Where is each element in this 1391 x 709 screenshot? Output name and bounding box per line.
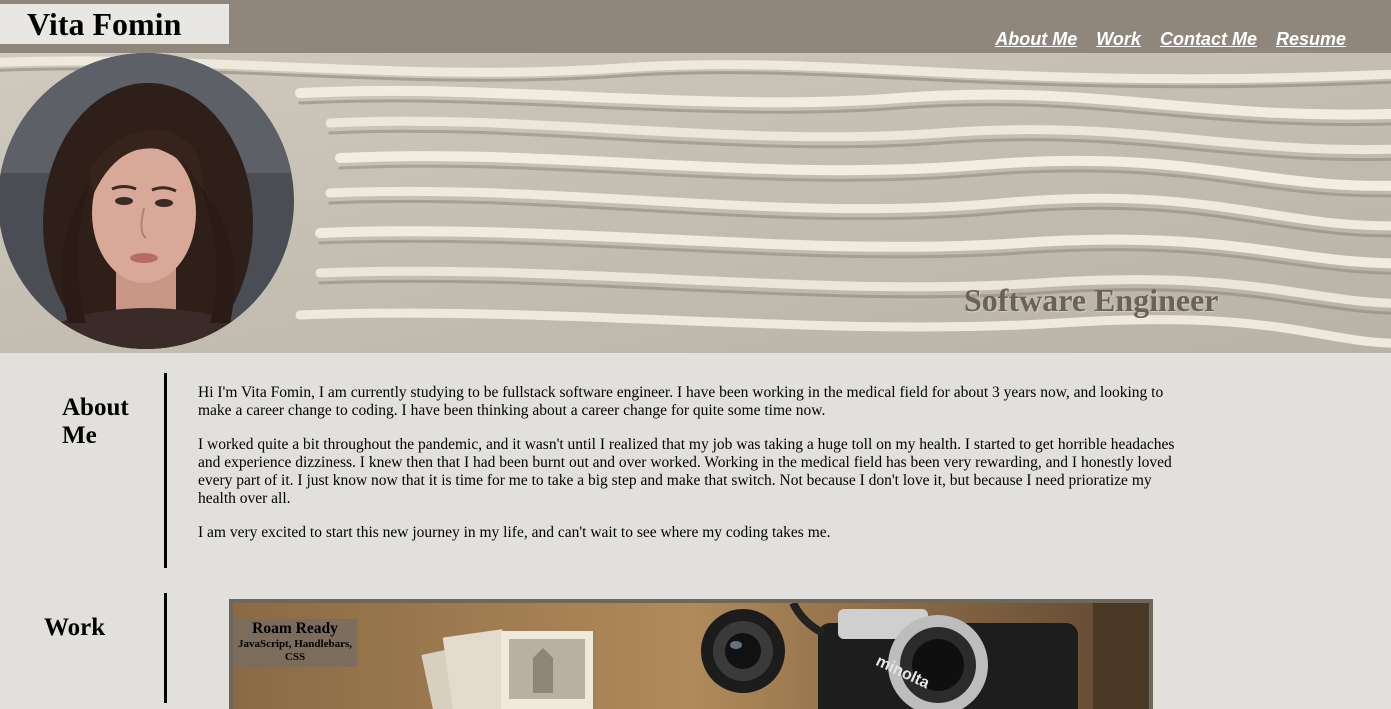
profile-photo [0,53,294,349]
project-title[interactable]: Roam Ready [233,620,357,638]
project-tech: JavaScript, Handlebars, CSS [238,638,352,663]
nav-resume[interactable]: Resume [1276,28,1346,50]
main-nav: About Me Work Contact Me Resume [995,28,1346,50]
work-heading: Work [44,614,106,641]
nav-contact-me[interactable]: Contact Me [1160,28,1257,50]
about-paragraph: I am very excited to start this new jour… [198,524,831,541]
about-heading: About Me [62,394,129,449]
about-paragraph: Hi I'm Vita Fomin, I am currently studyi… [198,384,1164,419]
project-card[interactable]: minolta [229,599,1153,709]
site-name: Vita Fomin [27,6,182,42]
hero-title: Software Engineer [964,282,1219,318]
about-paragraph: I worked quite a bit throughout the pand… [198,436,1175,507]
name-box: Vita Fomin [0,4,229,44]
about-divider [164,373,167,568]
nav-work[interactable]: Work [1096,28,1141,50]
work-divider [164,593,167,703]
project-image: minolta [233,603,1149,709]
project-label[interactable]: Roam Ready JavaScript, Handlebars, CSS [233,619,357,667]
nav-about-me[interactable]: About Me [995,28,1077,50]
about-text: Hi I'm Vita Fomin, I am currently studyi… [198,384,1188,558]
site-header: Vita Fomin About Me Work Contact Me Resu… [0,0,1391,53]
